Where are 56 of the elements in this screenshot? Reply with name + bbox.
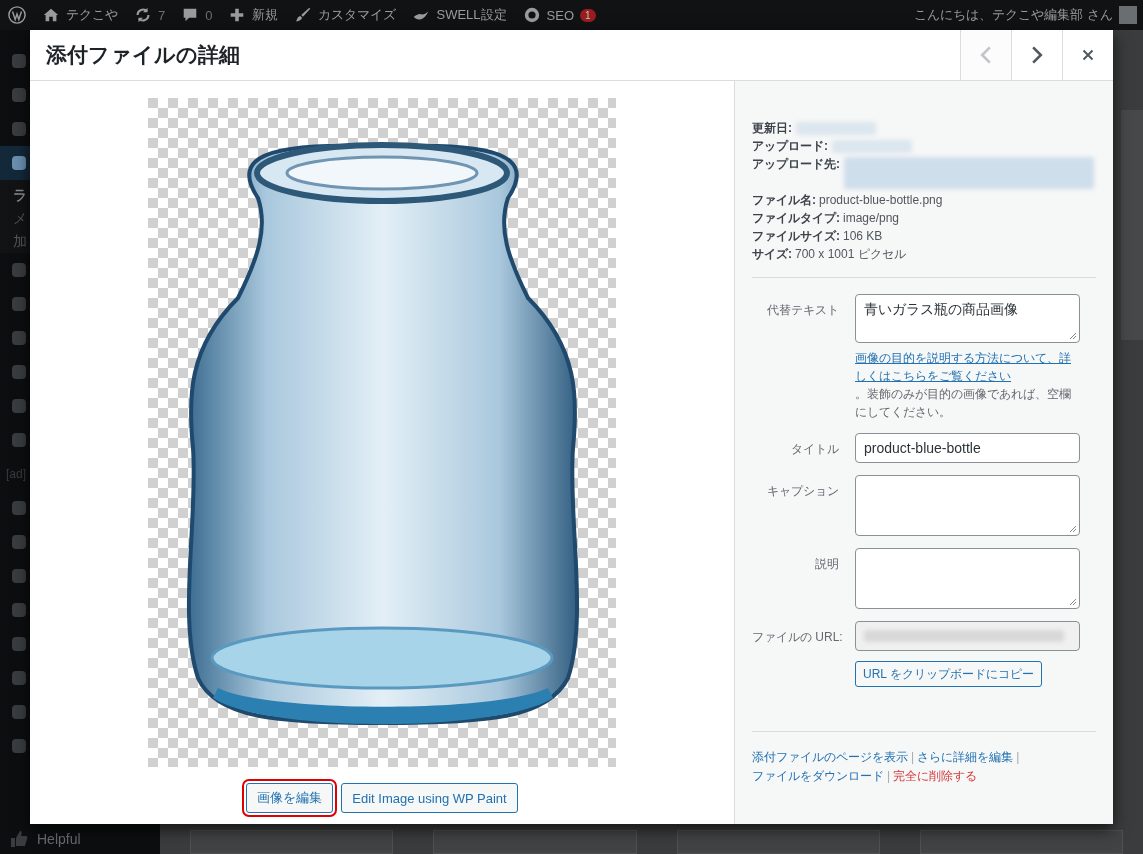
- wordpress-logo-icon: [8, 6, 26, 24]
- admin-bar-link[interactable]: テクこや: [34, 6, 126, 24]
- detail-label: 更新日:: [752, 120, 792, 137]
- help-text: 画像の目的を説明する方法について、詳しくはこちらをご覧ください 。装飾のみが目的の画像であれば、空欄にしてください。: [855, 349, 1080, 421]
- notification-badge: 1: [580, 8, 596, 22]
- text-area[interactable]: 青いガラス瓶の商品画像: [855, 294, 1080, 343]
- field-label: 代替テキスト: [766, 302, 840, 319]
- field-label: ファイルの URL:: [752, 629, 844, 646]
- avatar-placeholder[interactable]: [1119, 6, 1137, 24]
- text-area[interactable]: [855, 548, 1080, 609]
- admin-bar-link[interactable]: 7: [126, 6, 174, 24]
- house-icon: [42, 6, 60, 24]
- resize-grip-icon: [1069, 598, 1077, 606]
- close-button[interactable]: [1062, 30, 1113, 80]
- resize-grip-icon: [1069, 525, 1077, 533]
- delete-link[interactable]: 完全に削除する: [893, 769, 978, 783]
- separator: |: [1016, 750, 1020, 764]
- admin-bar-link[interactable]: カスタマイズ: [286, 6, 405, 24]
- brush-icon: [294, 6, 313, 24]
- admin-bar-link[interactable]: 0: [173, 6, 221, 24]
- action-link[interactable]: ファイルをダウンロード: [752, 769, 884, 783]
- detail-label: ファイルタイプ:: [752, 210, 840, 227]
- gear-icon: [522, 6, 541, 24]
- admin-bar-link[interactable]: SWELL設定: [404, 6, 515, 24]
- detail-value: product-blue-bottle.png: [819, 192, 943, 209]
- admin-bar-link[interactable]: 新規: [220, 6, 287, 24]
- copy-url-button[interactable]: URL をクリップボードにコピー: [855, 661, 1042, 687]
- url-field[interactable]: [855, 621, 1080, 651]
- action-link[interactable]: 添付ファイルのページを表示: [752, 750, 908, 764]
- help-link[interactable]: 画像の目的を説明する方法について、詳しくはこちらをご覧ください: [855, 349, 1080, 385]
- thumbs-up-icon[interactable]: [9, 829, 29, 849]
- separator: |: [911, 750, 915, 764]
- refresh-icon: [134, 6, 152, 24]
- text-area[interactable]: [855, 475, 1080, 536]
- paint-editor-button[interactable]: Edit Image using WP Paint: [341, 783, 518, 813]
- greeting-link[interactable]: こんにちは、テクこや編集部 さん: [914, 6, 1113, 24]
- detail-label: サイズ:: [752, 246, 792, 263]
- separator: |: [887, 769, 891, 783]
- next-button[interactable]: [1011, 30, 1062, 80]
- detail-label: アップロード:: [752, 138, 828, 155]
- detail-label: ファイル名:: [752, 192, 816, 209]
- detail-value: 106 KB: [843, 228, 883, 245]
- field-label: 説明: [814, 556, 840, 573]
- action-link[interactable]: さらに詳細を編集: [917, 750, 1014, 764]
- admin-bar-link[interactable]: SEO 1: [514, 6, 604, 24]
- detail-value: 700 x 1001 ピクセル: [795, 246, 906, 263]
- field-label: タイトル: [790, 441, 840, 458]
- detail-value: image/png: [843, 210, 900, 227]
- field-label: キャプション: [766, 483, 840, 500]
- modal-title: 添付ファイルの詳細: [45, 42, 240, 68]
- resize-grip-icon: [1069, 332, 1077, 340]
- menu-item[interactable]: Helpful: [37, 831, 81, 847]
- input-field[interactable]: product-blue-bottle: [855, 433, 1080, 463]
- detail-label: ファイルサイズ:: [752, 228, 840, 245]
- detail-label: アップロード先:: [752, 156, 840, 173]
- menu-icon[interactable]: [9, 153, 29, 173]
